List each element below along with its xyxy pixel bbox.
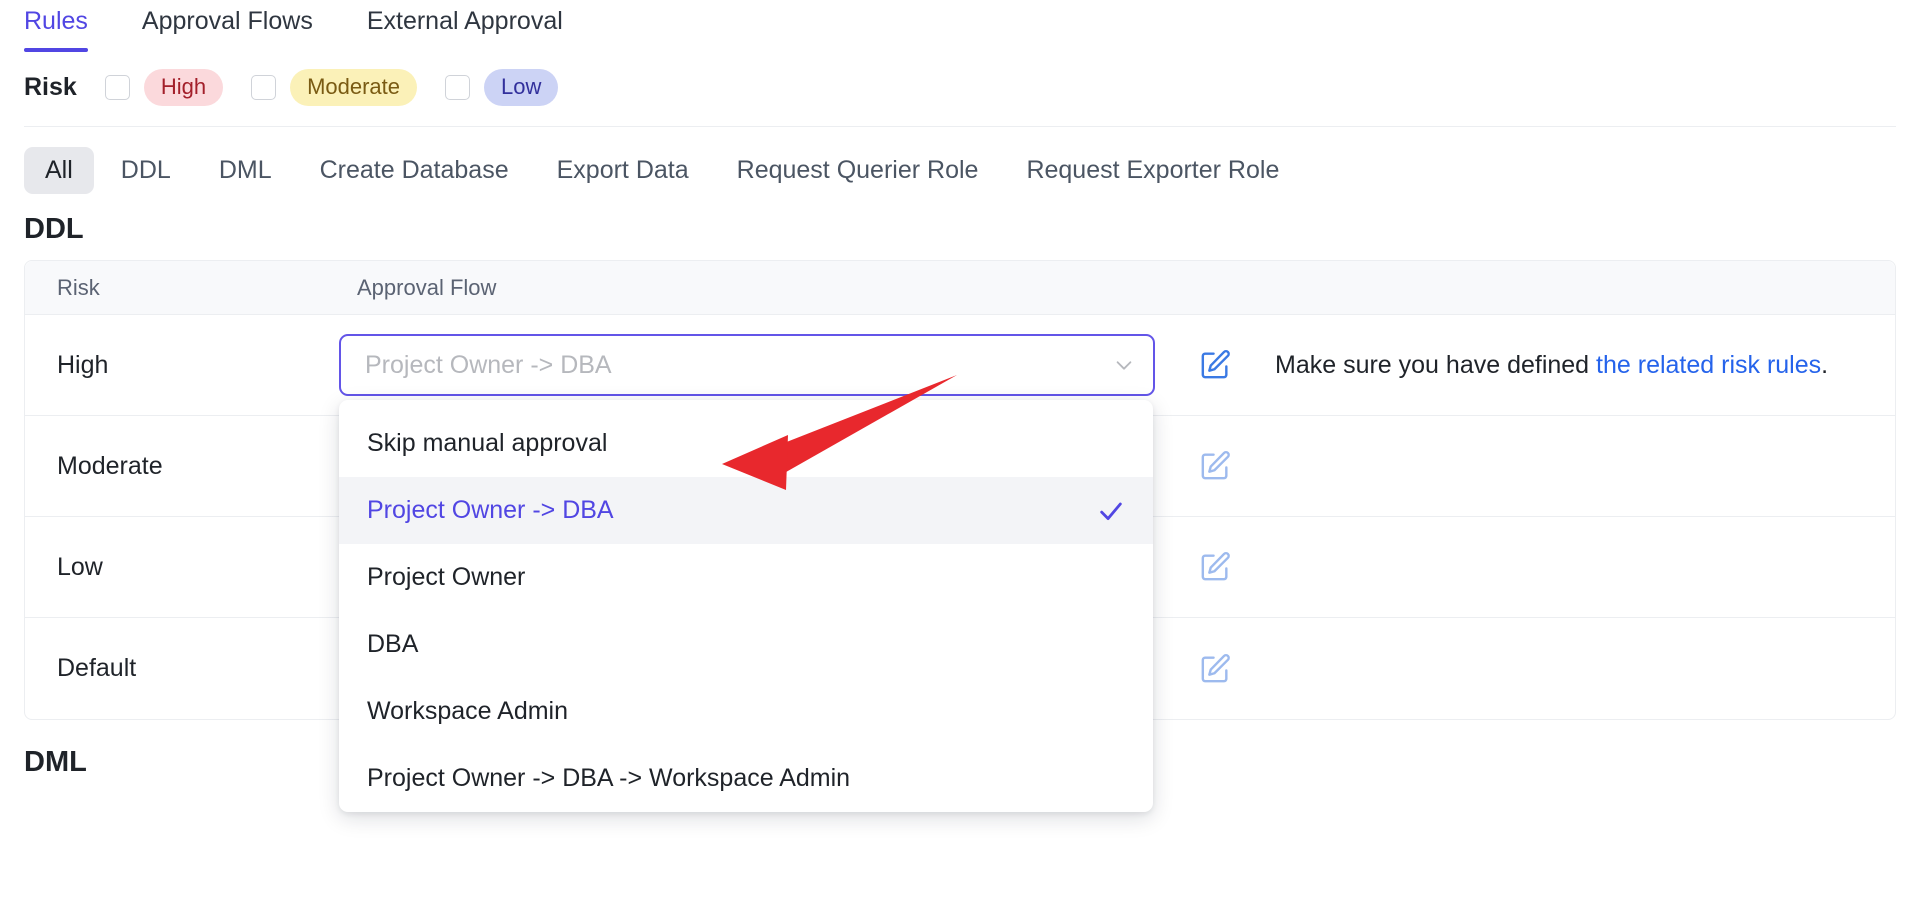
cell-risk-default: Default xyxy=(57,654,137,682)
hint-prefix: Make sure you have defined xyxy=(1275,350,1597,379)
risk-filter-moderate[interactable]: Moderate xyxy=(251,68,418,106)
edit-button-row-high[interactable] xyxy=(1155,348,1275,382)
tab-external-approval[interactable]: External Approval xyxy=(367,0,563,52)
table-row: High Project Owner -> DBA Skip manual ap… xyxy=(25,315,1895,812)
column-header-risk: Risk xyxy=(57,274,100,300)
cell-risk-low: Low xyxy=(57,552,103,581)
edit-button-row-default[interactable] xyxy=(1155,652,1275,686)
cat-tab-request-querier-role[interactable]: Request Querier Role xyxy=(716,147,1000,194)
pencil-square-icon[interactable] xyxy=(1198,348,1232,382)
edit-button-row-low[interactable] xyxy=(1155,550,1275,584)
hint-suffix: . xyxy=(1821,350,1829,379)
dropdown-option-label: Project Owner -> DBA -> Workspace Admin xyxy=(367,764,851,792)
checkbox-high[interactable] xyxy=(104,74,130,100)
pencil-square-icon[interactable] xyxy=(1198,652,1232,686)
approval-flow-select-wrapper: Project Owner -> DBA Skip manual approva… xyxy=(325,334,1155,812)
cat-tab-create-database[interactable]: Create Database xyxy=(299,147,530,194)
pencil-square-icon[interactable] xyxy=(1198,449,1232,483)
pencil-square-icon[interactable] xyxy=(1198,550,1232,584)
badge-high[interactable]: High xyxy=(143,68,224,106)
approval-flow-select-value: Project Owner -> DBA xyxy=(365,350,612,379)
dropdown-option-label: Workspace Admin xyxy=(367,697,569,725)
tab-external-approval-label: External Approval xyxy=(366,7,563,35)
hint-row-high: Make sure you have defined the related r… xyxy=(1275,351,1895,380)
risk-filter-label: Risk xyxy=(24,72,77,101)
cat-tab-ddl[interactable]: DDL xyxy=(100,147,192,194)
related-risk-rules-link[interactable]: the related risk rules xyxy=(1596,351,1821,379)
checkbox-low[interactable] xyxy=(445,74,471,100)
edit-button-row-moderate[interactable] xyxy=(1155,449,1275,483)
badge-moderate[interactable]: Moderate xyxy=(290,68,418,106)
tab-approval-flows[interactable]: Approval Flows xyxy=(142,0,313,52)
dropdown-option-label: Project Owner xyxy=(367,563,526,591)
ddl-rules-table: Risk Approval Flow High Project Owner ->… xyxy=(24,260,1896,812)
approval-flow-select[interactable]: Project Owner -> DBA xyxy=(339,334,1155,396)
table-header-row: Risk Approval Flow xyxy=(25,261,1895,315)
tab-approval-flows-label: Approval Flows xyxy=(141,7,313,35)
risk-filter-bar: Risk High Moderate Low xyxy=(0,56,1920,118)
dropdown-option-skip-manual-approval[interactable]: Skip manual approval xyxy=(339,410,1153,477)
risk-filter-high[interactable]: High xyxy=(104,68,224,106)
tab-rules[interactable]: Rules xyxy=(24,0,88,52)
dropdown-option-label: DBA xyxy=(367,630,419,658)
cat-tab-dml[interactable]: DML xyxy=(198,147,293,194)
cell-risk-moderate: Moderate xyxy=(57,451,163,480)
check-icon xyxy=(1097,497,1125,525)
cat-tab-export-data[interactable]: Export Data xyxy=(536,147,710,194)
primary-tabs: Rules Approval Flows External Approval xyxy=(0,0,1920,56)
category-tabs: All DDL DML Create Database Export Data … xyxy=(0,127,1920,213)
ddl-section-title: DDL xyxy=(24,213,84,245)
tab-rules-label: Rules xyxy=(24,7,88,35)
dropdown-option-project-owner[interactable]: Project Owner xyxy=(339,544,1153,611)
badge-low[interactable]: Low xyxy=(484,68,559,106)
dropdown-option-project-owner-dba[interactable]: Project Owner -> DBA xyxy=(339,477,1153,544)
dropdown-option-label: Project Owner -> DBA xyxy=(367,496,614,524)
risk-filter-low[interactable]: Low xyxy=(445,68,559,106)
checkbox-moderate[interactable] xyxy=(251,74,277,100)
dropdown-option-workspace-admin[interactable]: Workspace Admin xyxy=(339,678,1153,745)
dropdown-option-dba[interactable]: DBA xyxy=(339,611,1153,678)
column-header-approval-flow: Approval Flow xyxy=(357,274,497,300)
dropdown-option-label: Skip manual approval xyxy=(367,429,608,457)
approval-rules-page: Rules Approval Flows External Approval R… xyxy=(0,0,1920,908)
hint-text: Make sure you have defined the related r… xyxy=(1275,351,1828,380)
dropdown-option-project-owner-dba-workspace-admin[interactable]: Project Owner -> DBA -> Workspace Admin xyxy=(339,745,1153,812)
chevron-down-icon[interactable] xyxy=(1113,354,1135,376)
approval-flow-dropdown: Skip manual approval Project Owner -> DB… xyxy=(339,400,1153,812)
cat-tab-request-exporter-role[interactable]: Request Exporter Role xyxy=(1005,147,1300,194)
cat-tab-all[interactable]: All xyxy=(24,146,94,194)
cell-risk-high: High xyxy=(57,350,109,379)
